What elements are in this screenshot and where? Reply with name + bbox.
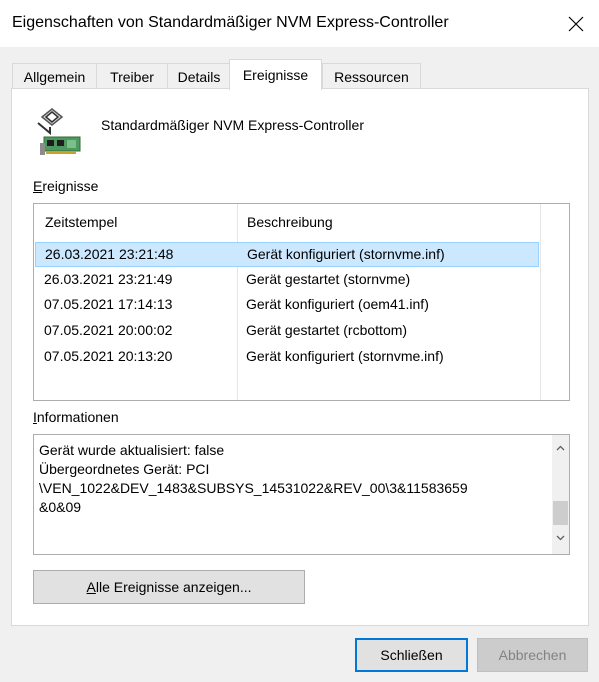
close-button[interactable]: Schließen bbox=[355, 638, 468, 672]
tab-ressourcen[interactable]: Ressourcen bbox=[322, 63, 421, 89]
table-row[interactable]: 26.03.2021 23:21:48 Gerät konfiguriert (… bbox=[35, 242, 539, 267]
cell-timestamp: 07.05.2021 20:00:02 bbox=[44, 322, 173, 338]
show-all-events-button[interactable]: Alle Ereignisse anzeigen... bbox=[33, 570, 305, 604]
vertical-scrollbar[interactable] bbox=[552, 435, 569, 554]
cell-timestamp: 07.05.2021 20:13:20 bbox=[44, 348, 173, 364]
tab-label: Treiber bbox=[110, 68, 154, 85]
cell-timestamp: 07.05.2021 17:14:13 bbox=[44, 296, 173, 312]
cancel-button[interactable]: Abbrechen bbox=[477, 638, 588, 672]
cell-description: Gerät gestartet (rcbottom) bbox=[246, 322, 408, 338]
cell-description: Gerät gestartet (stornvme) bbox=[246, 271, 411, 287]
tab-ereignisse[interactable]: Ereignisse bbox=[229, 59, 322, 90]
chevron-down-icon bbox=[556, 535, 565, 540]
column-header-description[interactable]: Beschreibung bbox=[247, 204, 333, 240]
table-row[interactable]: 07.05.2021 20:13:20 Gerät konfiguriert (… bbox=[34, 345, 540, 370]
chevron-up-icon bbox=[556, 445, 565, 450]
title-bar: Eigenschaften von Standardmäßiger NVM Ex… bbox=[0, 0, 599, 48]
column-header-timestamp[interactable]: Zeitstempel bbox=[45, 204, 117, 240]
cell-timestamp: 26.03.2021 23:21:49 bbox=[44, 271, 173, 287]
information-label: Informationen bbox=[33, 409, 119, 425]
close-icon bbox=[568, 16, 584, 32]
cell-description: Gerät konfiguriert (oem41.inf) bbox=[246, 296, 429, 312]
tab-treiber[interactable]: Treiber bbox=[96, 63, 168, 89]
cell-description: Gerät konfiguriert (stornvme.inf) bbox=[246, 348, 444, 364]
events-label: Ereignisse bbox=[33, 178, 99, 194]
table-row[interactable]: 07.05.2021 17:14:13 Gerät konfiguriert (… bbox=[34, 293, 540, 318]
tab-label: Ressourcen bbox=[334, 68, 409, 85]
cell-description: Gerät konfiguriert (stornvme.inf) bbox=[247, 246, 445, 262]
column-separator[interactable] bbox=[540, 204, 541, 400]
tab-label: Details bbox=[177, 68, 221, 85]
information-text: Gerät wurde aktualisiert: false Übergeor… bbox=[39, 442, 468, 515]
events-list[interactable]: Zeitstempel Beschreibung 26.03.2021 23:2… bbox=[33, 203, 570, 401]
tab-panel: Standardmäßiger NVM Express-Controller E… bbox=[11, 88, 589, 626]
table-row[interactable]: 26.03.2021 23:21:49 Gerät gestartet (sto… bbox=[34, 268, 540, 293]
tab-label: Ereignisse bbox=[242, 67, 309, 83]
window-title: Eigenschaften von Standardmäßiger NVM Ex… bbox=[12, 14, 449, 31]
close-window-button[interactable] bbox=[553, 0, 599, 48]
scroll-down-button[interactable] bbox=[552, 529, 569, 546]
tab-allgemein[interactable]: Allgemein bbox=[12, 63, 97, 89]
tab-details[interactable]: Details bbox=[167, 63, 231, 89]
tab-label: Allgemein bbox=[23, 68, 86, 85]
storage-controller-icon bbox=[37, 108, 81, 155]
information-textbox[interactable]: Gerät wurde aktualisiert: false Übergeor… bbox=[33, 434, 570, 555]
cell-timestamp: 26.03.2021 23:21:48 bbox=[45, 246, 174, 262]
scroll-up-button[interactable] bbox=[552, 439, 569, 456]
device-name: Standardmäßiger NVM Express-Controller bbox=[101, 117, 364, 133]
scroll-thumb[interactable] bbox=[553, 501, 568, 525]
table-row[interactable]: 07.05.2021 20:00:02 Gerät gestartet (rcb… bbox=[34, 319, 540, 344]
